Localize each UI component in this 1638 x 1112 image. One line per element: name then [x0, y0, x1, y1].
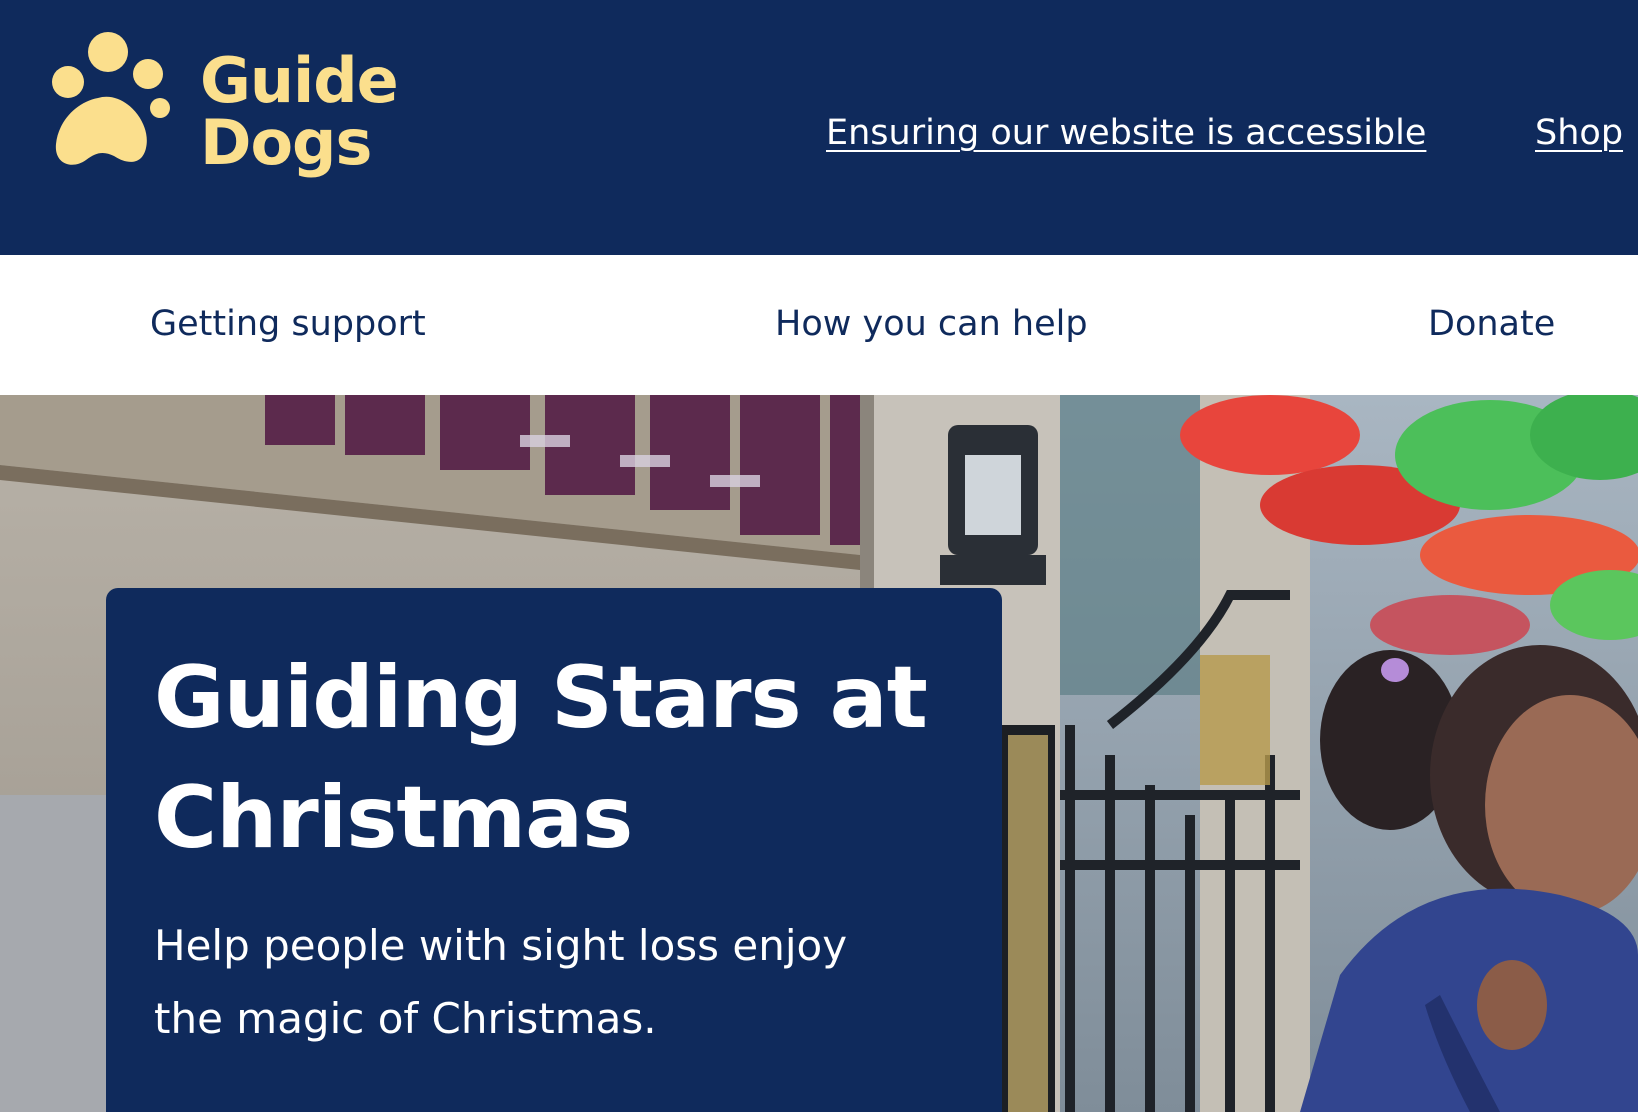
nav-item-donate[interactable]: Donate [1428, 305, 1555, 344]
nav-item-how-you-can-help[interactable]: How you can help [775, 305, 1088, 344]
hero-title: Guiding Stars at Christmas [154, 648, 928, 869]
hero-banner: Guiding Stars at Christmas Help people w… [0, 395, 1638, 1112]
logo-word-dogs: Dogs [200, 106, 372, 179]
top-header: Guide Dogs Ensuring our website is acces… [0, 0, 1638, 255]
accessibility-link[interactable]: Ensuring our website is accessible [826, 114, 1426, 153]
logo-word-guide: Guide [200, 44, 399, 117]
shop-link[interactable]: Shop [1535, 114, 1623, 153]
paw-icon [52, 32, 170, 165]
nav-item-getting-support[interactable]: Getting support [150, 305, 426, 344]
hero-subtitle: Help people with sight loss enjoy the ma… [154, 920, 848, 1044]
guide-dogs-logo-link[interactable]: Guide Dogs [40, 30, 420, 190]
main-navigation: Getting support How you can help Donate [0, 255, 1638, 395]
hero-card: Guiding Stars at Christmas Help people w… [106, 588, 1002, 1112]
